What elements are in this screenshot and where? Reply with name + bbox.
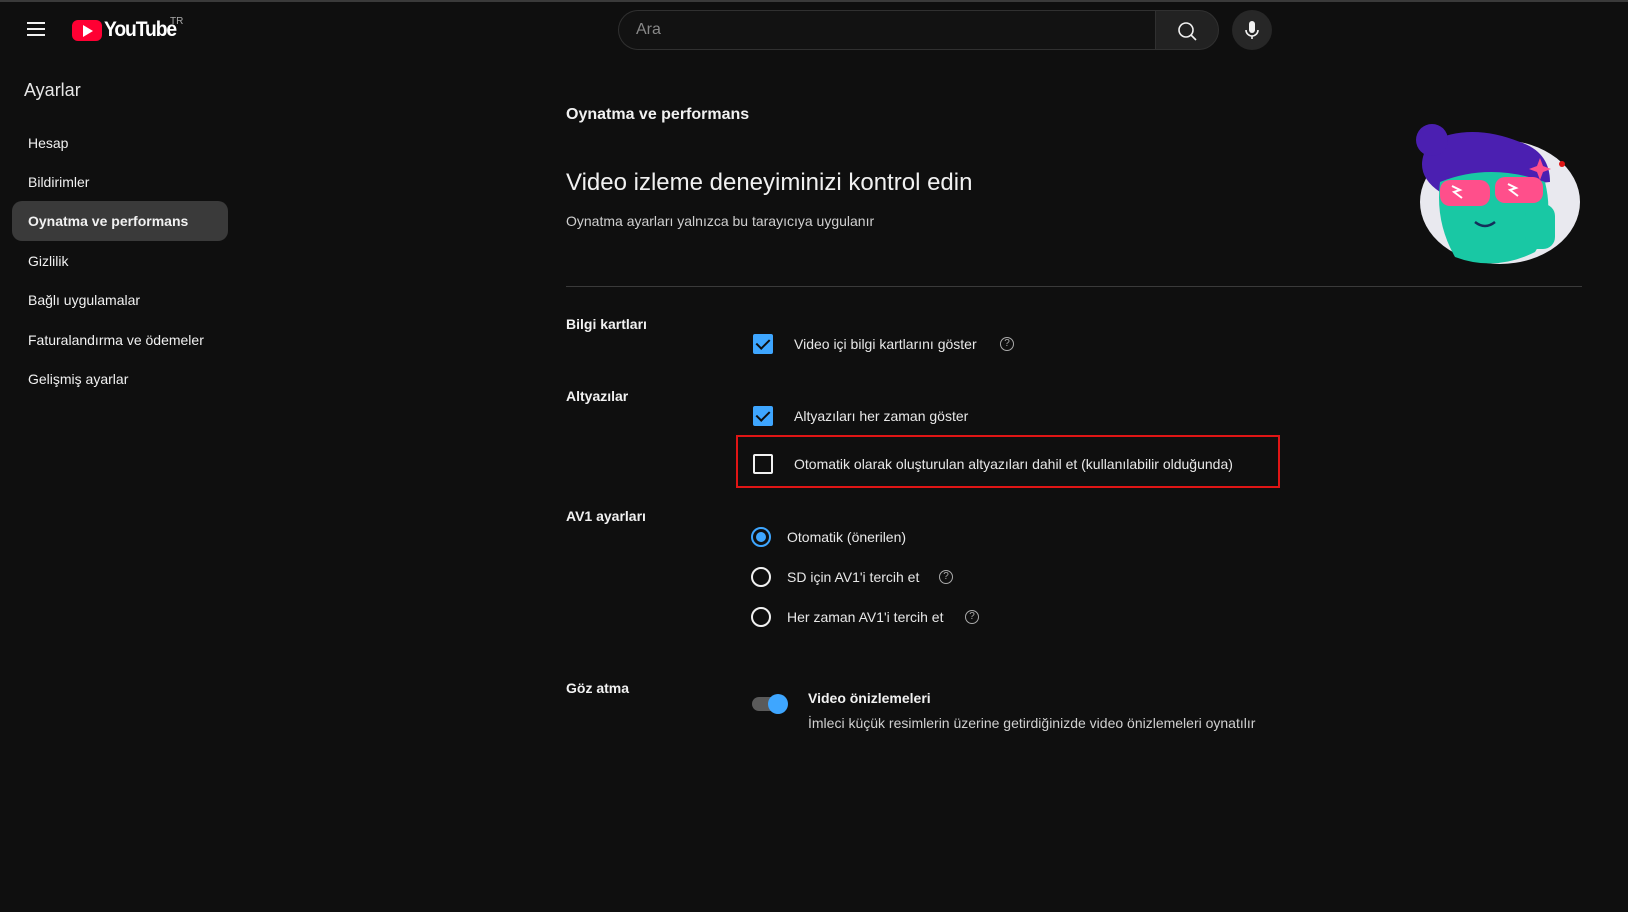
auto-generated-captions-label: Otomatik olarak oluşturulan altyazıları …	[794, 456, 1233, 472]
info-cards-checkbox[interactable]	[753, 334, 773, 354]
hamburger-icon	[27, 22, 45, 24]
sidebar-item-billing[interactable]: Faturalandırma ve ödemeler	[12, 320, 228, 360]
video-previews-title: Video önizlemeleri	[808, 690, 931, 706]
search-icon	[1178, 22, 1197, 41]
sidebar-item-privacy[interactable]: Gizlilik	[12, 241, 228, 281]
sidebar-item-account[interactable]: Hesap	[12, 123, 228, 163]
video-previews-description: İmleci küçük resimlerin üzerine getirdiğ…	[808, 715, 1256, 731]
masthead: YouTube TR	[0, 2, 1628, 58]
section-title: Oynatma ve performans	[566, 106, 750, 123]
sidebar-item-playback[interactable]: Oynatma ve performans	[12, 201, 228, 241]
toggle-knob	[768, 694, 788, 714]
search-box	[618, 10, 1156, 50]
auto-generated-captions-checkbox[interactable]	[753, 454, 773, 474]
av1-sd-label: SD için AV1'i tercih et	[787, 569, 920, 585]
section-divider	[566, 286, 1582, 287]
country-code: TR	[170, 16, 184, 27]
info-cards-help-icon[interactable]: ?	[1000, 337, 1014, 351]
peek-label: Göz atma	[566, 680, 630, 696]
youtube-logo[interactable]: YouTube	[72, 17, 182, 43]
page-subheading: Oynatma ayarları yalnızca bu tarayıcıya …	[566, 213, 875, 229]
sidebar-item-advanced[interactable]: Gelişmiş ayarlar	[12, 359, 228, 399]
search-button[interactable]	[1155, 10, 1219, 50]
always-show-captions-checkbox[interactable]	[753, 406, 773, 426]
search-input[interactable]	[619, 11, 1156, 49]
info-cards-label: Bilgi kartları	[566, 316, 647, 332]
page-heading: Video izleme deneyiminizi kontrol edin	[566, 169, 973, 196]
always-show-captions-label: Altyazıları her zaman göster	[794, 408, 969, 424]
sunglasses-character-illustration	[1416, 124, 1580, 264]
av1-always-label: Her zaman AV1'i tercih et	[787, 609, 944, 625]
av1-sd-radio[interactable]	[751, 567, 771, 587]
youtube-play-icon	[72, 19, 102, 41]
av1-auto-label: Otomatik (önerilen)	[787, 529, 907, 545]
voice-search-button[interactable]	[1232, 10, 1272, 50]
av1-sd-help-icon[interactable]: ?	[939, 570, 953, 584]
info-cards-option-label: Video içi bilgi kartlarını göster	[794, 336, 977, 352]
microphone-icon	[1245, 21, 1259, 39]
guide-menu-button[interactable]	[18, 11, 54, 47]
captions-label: Altyazılar	[566, 388, 629, 404]
sidebar-item-connected-apps[interactable]: Bağlı uygulamalar	[12, 280, 228, 320]
av1-always-radio[interactable]	[751, 607, 771, 627]
logo-text: YouTube	[104, 18, 177, 41]
video-previews-toggle[interactable]	[752, 694, 788, 714]
av1-always-help-icon[interactable]: ?	[965, 610, 979, 624]
av1-settings-label: AV1 ayarları	[566, 508, 646, 524]
av1-auto-radio[interactable]	[751, 527, 771, 547]
sidebar-item-notifications[interactable]: Bildirimler	[12, 162, 228, 202]
sidebar-title: Ayarlar	[24, 80, 81, 100]
